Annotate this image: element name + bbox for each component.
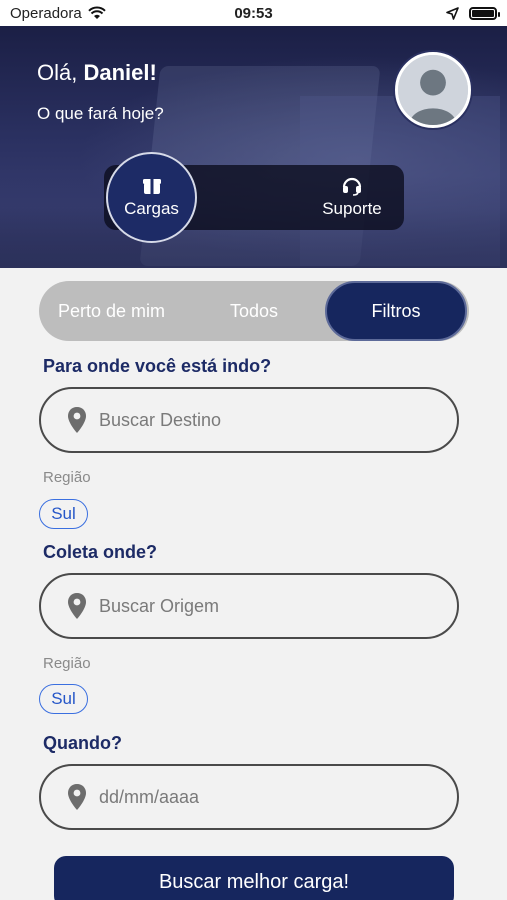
date-field[interactable] [39,764,459,830]
origin-label: Coleta onde? [43,542,158,562]
origin-field[interactable] [39,573,459,639]
greeting-subtitle: O que fará hoje? [37,104,164,123]
destination-region-label: Região [43,469,91,486]
box-icon [142,178,161,194]
search-best-load-button[interactable]: Buscar melhor carga! [54,856,454,900]
greeting-prefix: Olá, [37,60,78,85]
map-pin-icon [68,407,86,433]
mode-suporte-button[interactable]: Suporte [312,176,392,219]
tab-filtros[interactable]: Filtros [325,281,467,341]
greeting: Olá, Daniel! [37,60,157,86]
tab-perto-de-mim[interactable]: Perto de mim [39,281,184,341]
status-left: Operadora [10,5,106,22]
date-label: Quando? [43,733,122,753]
wifi-icon [88,6,106,19]
map-pin-icon [68,784,86,810]
destination-field[interactable] [39,387,459,453]
location-arrow-icon [446,6,459,20]
destination-region-chip[interactable]: Sul [39,499,88,529]
headset-icon [342,177,362,196]
tab-todos[interactable]: Todos [184,281,324,341]
mode-cargas-button[interactable]: Cargas [106,152,197,243]
mode-cargas-label: Cargas [124,198,179,218]
destination-input[interactable] [99,409,399,431]
clock: 09:53 [234,4,273,22]
origin-region-chip[interactable]: Sul [39,684,88,714]
filter-tabs: Perto de mim Todos Filtros [39,281,469,341]
battery-icon [469,6,500,20]
destination-label: Para onde você está indo? [43,356,272,376]
status-bar: Operadora 09:53 [0,0,507,26]
origin-region-label: Região [43,655,91,672]
status-right [446,6,500,20]
hero-banner: Olá, Daniel! O que fará hoje? Cargas Sup… [0,26,507,268]
mode-suporte-label: Suporte [322,199,382,218]
avatar[interactable] [395,52,471,128]
user-avatar-icon [398,55,468,125]
carrier-label: Operadora [10,4,82,22]
user-name: Daniel! [83,60,157,85]
origin-input[interactable] [99,595,399,617]
map-pin-icon [68,593,86,619]
date-input[interactable] [99,786,399,808]
